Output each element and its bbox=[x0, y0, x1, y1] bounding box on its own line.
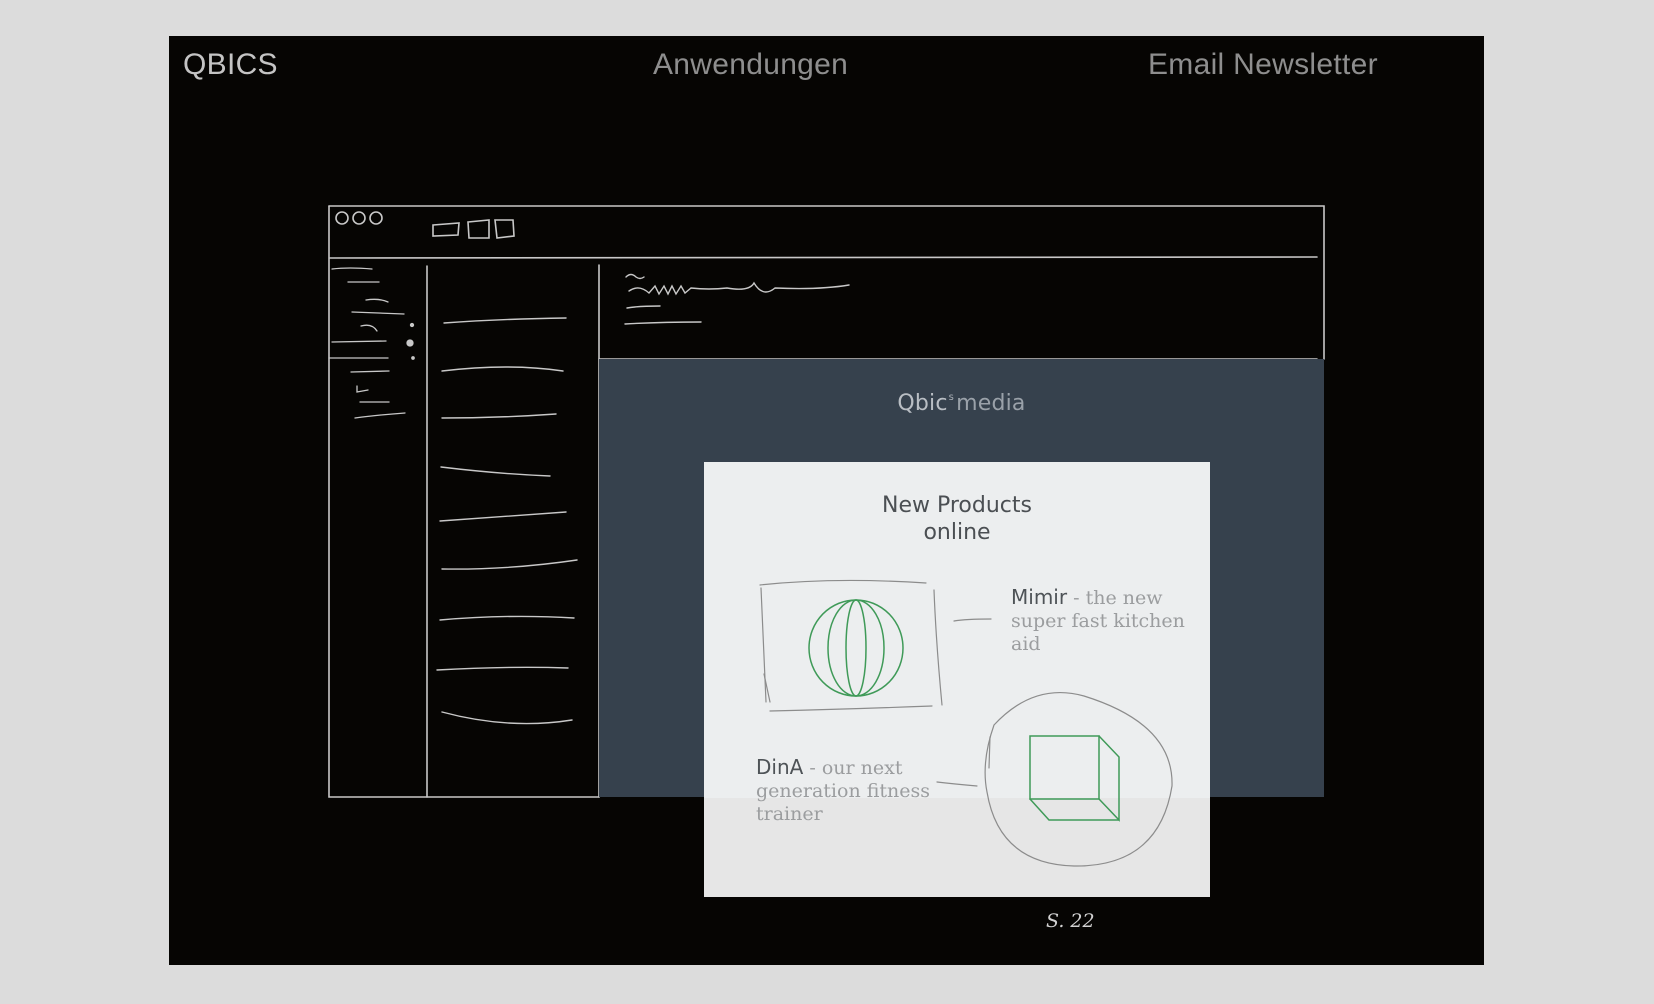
tab-sketch-icon bbox=[432, 222, 460, 237]
list-column-lines bbox=[436, 317, 578, 725]
window-control-maximize-icon bbox=[369, 211, 383, 225]
newsletter-card: New Products online Mimir - the new supe… bbox=[704, 462, 1210, 897]
dina-sketch-frame bbox=[936, 692, 1173, 867]
titlebar-divider bbox=[329, 256, 1318, 259]
globe-sketch-icon bbox=[808, 599, 904, 697]
presentation-slide: QBICS Anwendungen Email Newsletter Qbics… bbox=[169, 36, 1484, 965]
content-header-scribbles bbox=[624, 273, 850, 325]
sidebar-scribbles bbox=[328, 267, 415, 419]
product-mimir: Mimir - the new super fast kitchen aid bbox=[1011, 585, 1185, 656]
product-sketches bbox=[759, 579, 1173, 867]
window-control-minimize-icon bbox=[352, 211, 366, 225]
page-number: S. 22 bbox=[1046, 910, 1095, 932]
product-dina: DinA - our next generation fitness train… bbox=[756, 755, 931, 826]
cube-sketch-icon bbox=[1029, 735, 1120, 822]
qbics-media-logo: Qbicsmedia bbox=[897, 391, 1026, 416]
window-control-close-icon bbox=[335, 211, 349, 225]
window-frame bbox=[328, 205, 1325, 360]
